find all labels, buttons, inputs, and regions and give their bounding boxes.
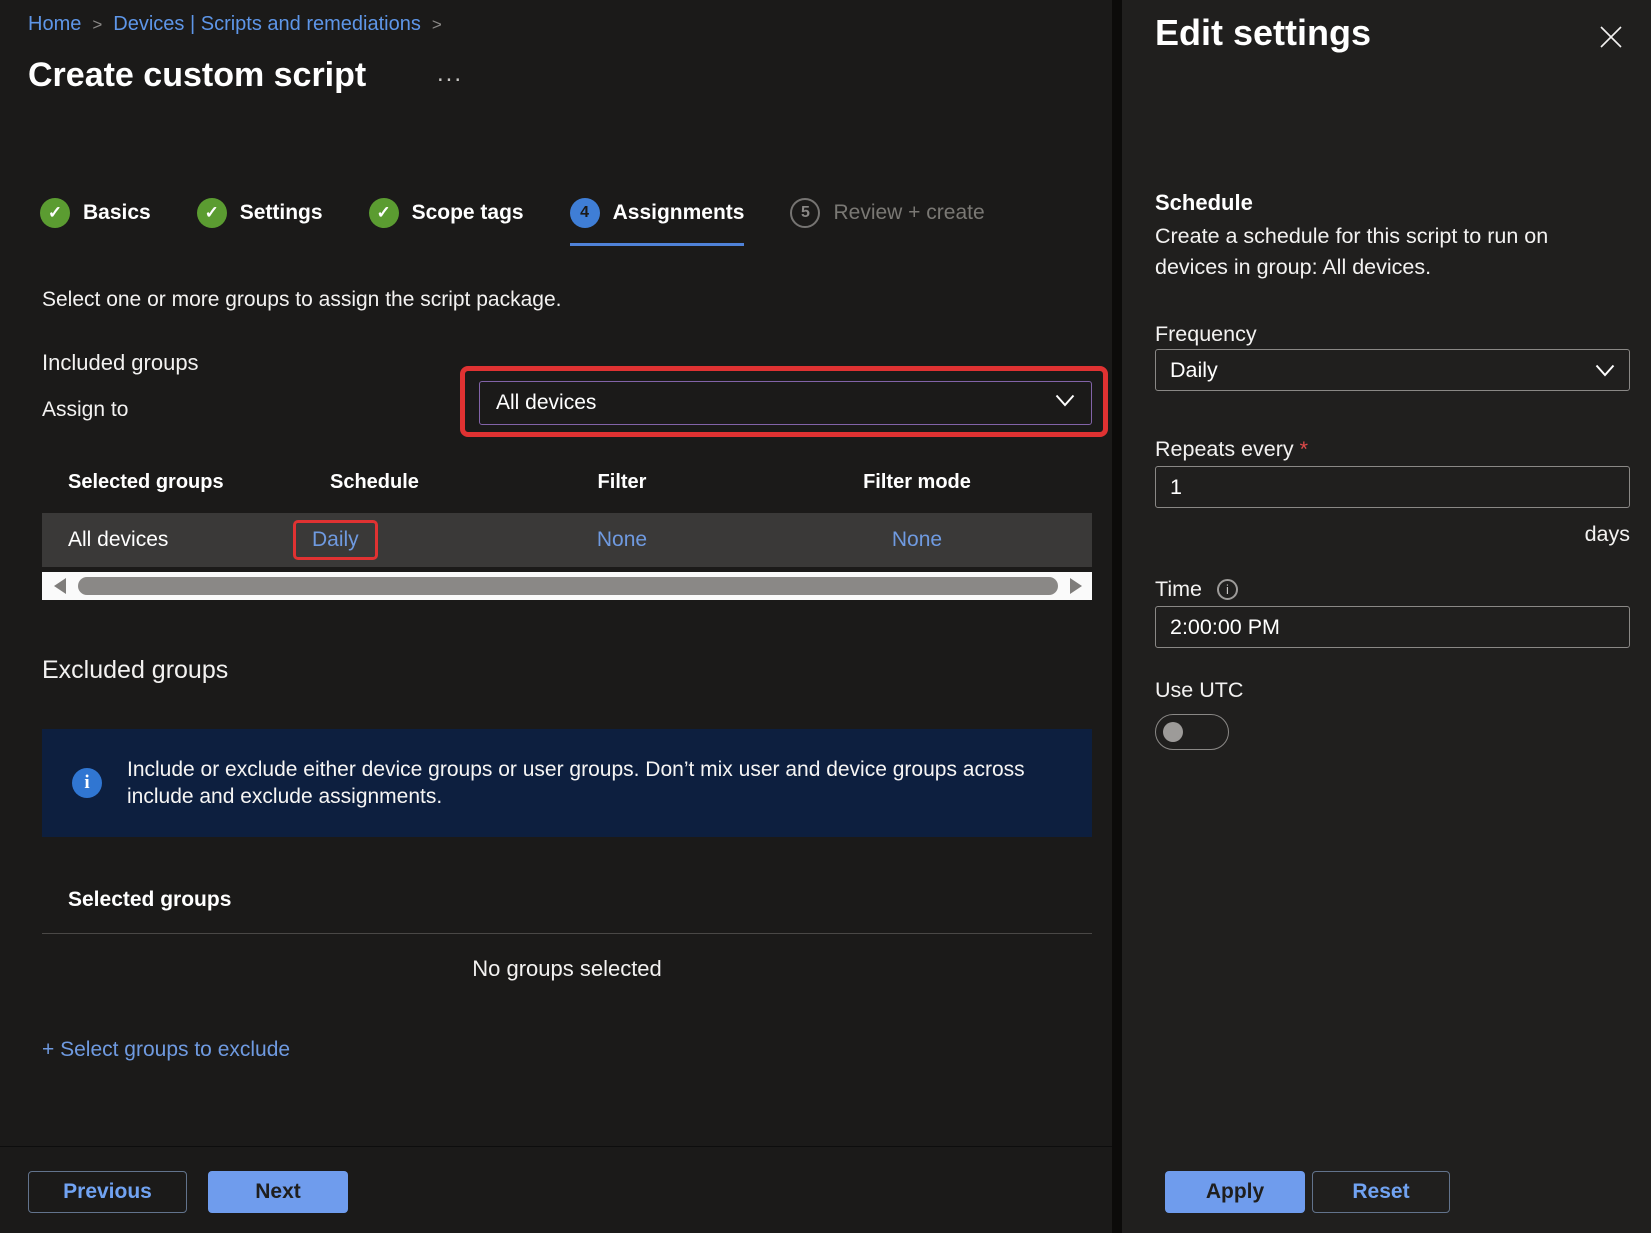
repeats-every-label: Repeats every * xyxy=(1155,437,1308,462)
breadcrumb-devices[interactable]: Devices | Scripts and remediations xyxy=(113,13,421,36)
frequency-dropdown-value: Daily xyxy=(1170,358,1595,383)
wizard-steps: ✓ Basics ✓ Settings ✓ Scope tags 4 Assig… xyxy=(40,198,985,246)
scroll-left-arrow-icon[interactable] xyxy=(54,578,66,594)
info-banner: i Include or exclude either device group… xyxy=(42,729,1092,837)
tab-settings[interactable]: ✓ Settings xyxy=(197,198,323,246)
check-icon: ✓ xyxy=(197,198,227,228)
tab-label: Review + create xyxy=(833,201,984,225)
time-label: Time xyxy=(1155,577,1202,602)
assign-to-dropdown-value: All devices xyxy=(496,391,1055,415)
filter-cell: None xyxy=(502,528,742,552)
app-window: Home > Devices | Scripts and remediation… xyxy=(0,0,1651,1233)
use-utc-toggle[interactable] xyxy=(1155,714,1229,750)
use-utc-label: Use UTC xyxy=(1155,678,1243,703)
breadcrumb: Home > Devices | Scripts and remediation… xyxy=(28,13,442,36)
panel-title: Edit settings xyxy=(1155,12,1371,54)
included-groups-heading: Included groups xyxy=(42,350,199,376)
reset-button[interactable]: Reset xyxy=(1312,1171,1450,1213)
info-icon: i xyxy=(72,768,102,798)
filter-link[interactable]: None xyxy=(597,528,647,551)
next-button[interactable]: Next xyxy=(208,1171,348,1213)
group-cell: All devices xyxy=(42,528,290,552)
edit-settings-panel: Edit settings Schedule Create a schedule… xyxy=(1112,0,1651,1233)
chevron-down-icon xyxy=(1055,394,1075,412)
schedule-cell: Daily xyxy=(290,520,502,560)
divider xyxy=(42,933,1092,934)
tab-assignments[interactable]: 4 Assignments xyxy=(570,198,745,246)
no-groups-text: No groups selected xyxy=(42,956,1092,982)
column-header: Selected groups xyxy=(42,471,290,494)
excluded-selected-groups-heading: Selected groups xyxy=(68,888,231,912)
step-number-icon: 5 xyxy=(790,198,820,228)
schedule-description: Create a schedule for this script to run… xyxy=(1155,221,1585,283)
filter-mode-link[interactable]: None xyxy=(892,528,942,551)
page-title: Create custom script xyxy=(28,56,366,95)
breadcrumb-separator: > xyxy=(92,15,102,35)
table-row: All devices Daily None None xyxy=(42,513,1092,567)
overflow-menu-icon[interactable]: ... xyxy=(437,60,463,88)
scrollbar-thumb[interactable] xyxy=(78,577,1058,595)
previous-button[interactable]: Previous xyxy=(28,1171,187,1213)
time-label-row: Time i xyxy=(1155,577,1238,602)
schedule-link[interactable]: Daily xyxy=(312,528,359,551)
days-unit-label: days xyxy=(1155,522,1630,547)
close-icon[interactable] xyxy=(1598,24,1624,55)
tab-label: Settings xyxy=(240,201,323,225)
frequency-dropdown[interactable]: Daily xyxy=(1155,349,1630,391)
frequency-label: Frequency xyxy=(1155,322,1257,347)
select-groups-to-exclude-link[interactable]: + Select groups to exclude xyxy=(42,1038,290,1062)
tab-label: Scope tags xyxy=(412,201,524,225)
tab-review-create[interactable]: 5 Review + create xyxy=(790,198,984,246)
assignments-instruction: Select one or more groups to assign the … xyxy=(42,288,561,312)
check-icon: ✓ xyxy=(40,198,70,228)
apply-button[interactable]: Apply xyxy=(1165,1171,1305,1213)
assign-to-label: Assign to xyxy=(42,398,128,422)
included-groups-table-header: Selected groups Schedule Filter Filter m… xyxy=(42,462,1092,502)
info-icon[interactable]: i xyxy=(1217,579,1238,600)
column-header: Filter mode xyxy=(742,471,1092,494)
required-asterisk: * xyxy=(1300,437,1308,461)
tab-scope-tags[interactable]: ✓ Scope tags xyxy=(369,198,524,246)
red-highlight-box: Daily xyxy=(293,520,378,560)
tab-label: Basics xyxy=(83,201,151,225)
filter-mode-cell: None xyxy=(742,528,1092,552)
toggle-knob xyxy=(1163,722,1183,742)
tab-label: Assignments xyxy=(613,201,745,225)
column-header: Filter xyxy=(502,471,742,494)
horizontal-scrollbar[interactable] xyxy=(42,572,1092,600)
breadcrumb-home[interactable]: Home xyxy=(28,13,81,36)
step-number-icon: 4 xyxy=(570,198,600,228)
column-header: Schedule xyxy=(290,471,502,494)
chevron-down-icon xyxy=(1595,358,1615,383)
assign-to-dropdown[interactable]: All devices xyxy=(479,381,1092,425)
schedule-heading: Schedule xyxy=(1155,190,1253,216)
breadcrumb-separator: > xyxy=(432,15,442,35)
excluded-groups-heading: Excluded groups xyxy=(42,656,228,685)
repeats-every-label-text: Repeats every xyxy=(1155,437,1294,461)
check-icon: ✓ xyxy=(369,198,399,228)
scroll-right-arrow-icon[interactable] xyxy=(1070,578,1082,594)
time-input[interactable]: 2:00:00 PM xyxy=(1155,606,1630,648)
tab-basics[interactable]: ✓ Basics xyxy=(40,198,151,246)
info-banner-text: Include or exclude either device groups … xyxy=(127,756,1027,810)
repeats-every-input[interactable]: 1 xyxy=(1155,466,1630,508)
